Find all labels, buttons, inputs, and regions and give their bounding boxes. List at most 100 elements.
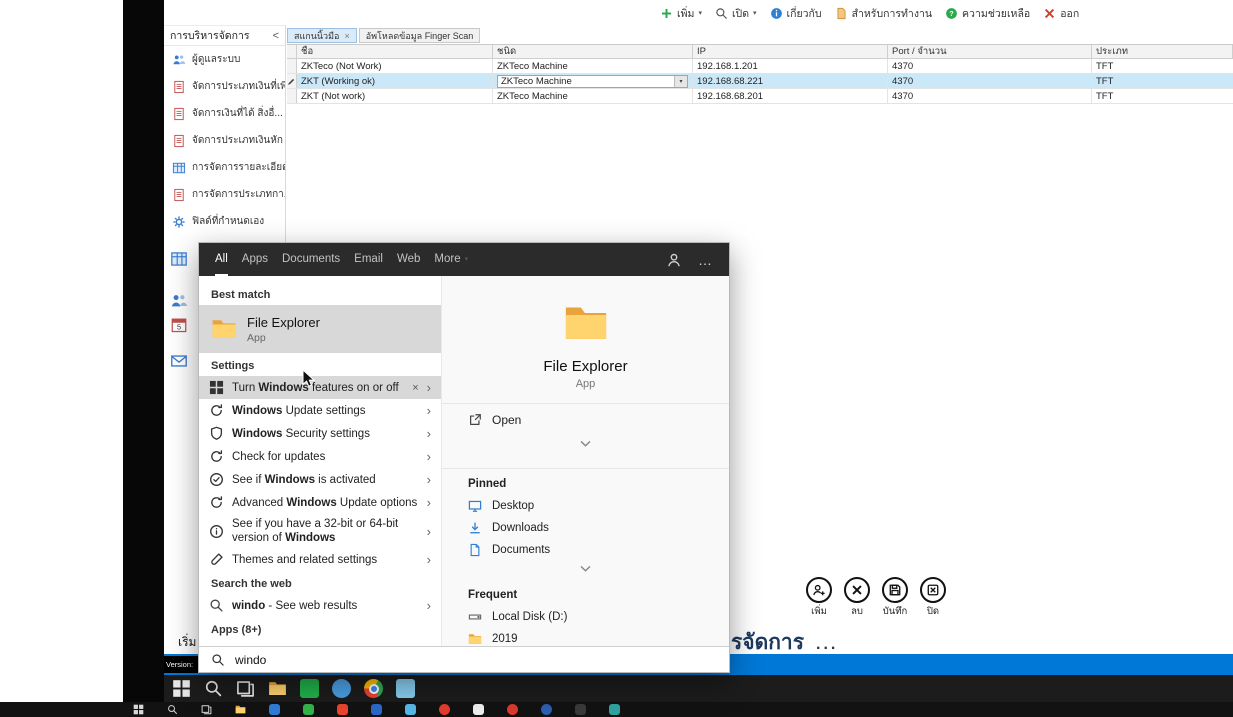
column-header[interactable]: Port / จำนวน: [888, 45, 1092, 58]
mail-icon[interactable]: [170, 352, 188, 370]
column-header[interactable]: ประเภท: [1092, 45, 1233, 58]
cell-name: ZKT (Working ok): [297, 74, 493, 88]
pinned-item-label: Documents: [492, 544, 551, 556]
sidebar-item-1[interactable]: จัดการประเภทเงินที่เพิ...: [164, 73, 285, 100]
column-header[interactable]: ชื่อ: [297, 45, 493, 58]
sidebar-item-0[interactable]: ผู้ดูแลระบบ: [164, 46, 285, 73]
settings-item-4[interactable]: See if Windows is activated ›: [199, 468, 441, 491]
tab-finger-scan[interactable]: สแกนนิ้วมือ ×: [287, 28, 357, 43]
lightblue-app-button[interactable]: [396, 679, 415, 698]
frequent-item-1[interactable]: 2019: [442, 628, 729, 646]
sidebar-item-2[interactable]: จัดการเงินที่ได้ สิ่งอื่...: [164, 100, 285, 127]
blue-app-button[interactable]: [332, 679, 351, 698]
table-row[interactable]: ZKTeco (Not Work) ZKTeco Machine 192.168.1…: [287, 59, 1233, 74]
start-button[interactable]: [133, 704, 144, 715]
settings-item-5[interactable]: Advanced Windows Update options ›: [199, 491, 441, 514]
search-button[interactable]: [167, 704, 178, 715]
toolbar-work-button[interactable]: สำหรับการทำงาน: [835, 5, 932, 22]
file-explorer-button[interactable]: [268, 679, 287, 698]
settings-item-1[interactable]: Windows Update settings ›: [199, 399, 441, 422]
task-view-button[interactable]: [201, 704, 212, 715]
app-lightblue-button[interactable]: [405, 704, 416, 715]
chrome-button[interactable]: [364, 679, 383, 698]
footer-button-3[interactable]: ปิด: [918, 577, 948, 619]
open-action[interactable]: Open: [442, 404, 729, 436]
search-box[interactable]: windo: [199, 646, 729, 672]
search-tab-more[interactable]: More ▾: [434, 243, 468, 276]
settings-item-7[interactable]: Themes and related settings ›: [199, 548, 441, 571]
sidebar-header[interactable]: การบริหารจัดการ <: [164, 26, 285, 46]
toolbar-help-button[interactable]: ? ความช่วยเหลือ: [945, 5, 1030, 22]
footer-button-0[interactable]: เพิ่ม: [804, 577, 834, 619]
file-explorer-button[interactable]: [235, 704, 246, 715]
table-row[interactable]: ZKT (Working ok) ZKTeco Machine ▾ 192.168.6…: [287, 74, 1233, 89]
pinned-item-1[interactable]: Downloads: [442, 517, 729, 539]
tab-upload-finger-scan[interactable]: อัพโหลดข้อมูล Finger Scan: [358, 28, 481, 43]
chevron-right-icon: ›: [426, 495, 431, 510]
search-tab-all[interactable]: All: [215, 243, 228, 276]
search-query: windo: [235, 652, 267, 667]
chevron-down-icon: [578, 436, 593, 451]
app-red2-button[interactable]: [507, 704, 518, 715]
search-tab-web[interactable]: Web: [397, 243, 420, 276]
footer-button-label: ปิด: [926, 606, 940, 617]
sidebar-item-4[interactable]: การจัดการรายละเอียด...: [164, 154, 285, 181]
app-white-button[interactable]: [473, 704, 484, 715]
toolbar-open-button[interactable]: เปิด ▾: [715, 5, 757, 22]
more-options-icon[interactable]: …: [698, 253, 713, 267]
column-header[interactable]: IP: [693, 45, 888, 58]
footer-button-1[interactable]: ลบ: [842, 577, 872, 619]
line-app-button[interactable]: [300, 679, 319, 698]
people-icon[interactable]: [170, 292, 188, 310]
cell-port: 4370: [888, 59, 1092, 73]
type-combobox[interactable]: ZKTeco Machine ▾: [497, 74, 688, 88]
settings-item-0[interactable]: Turn Windows features on or off × ›: [199, 376, 441, 399]
calendar-icon[interactable]: 5: [170, 316, 188, 334]
app-blue-button[interactable]: [269, 704, 280, 715]
search-tab-apps[interactable]: Apps: [242, 243, 268, 276]
task-view-button[interactable]: [236, 679, 255, 698]
pinned-item-0[interactable]: Desktop: [442, 495, 729, 517]
sidebar-item-6[interactable]: ฟิลด์ที่กำหนดเอง: [164, 208, 285, 235]
table-row[interactable]: ZKT (Not work) ZKTeco Machine 192.168.68.2…: [287, 89, 1233, 104]
expand-chevron[interactable]: [442, 561, 729, 580]
collapse-icon[interactable]: <: [273, 30, 279, 42]
app-blue2-button[interactable]: [371, 704, 382, 715]
start-button[interactable]: [172, 679, 191, 698]
pinned-item-2[interactable]: Documents: [442, 539, 729, 561]
combo-dropdown-icon[interactable]: ▾: [674, 75, 687, 87]
toolbar-exit-button[interactable]: ออก: [1043, 5, 1079, 22]
settings-item-3[interactable]: Check for updates ›: [199, 445, 441, 468]
tab-close-icon[interactable]: ×: [344, 31, 349, 41]
search-button[interactable]: [204, 679, 223, 698]
search-tab-email[interactable]: Email: [354, 243, 383, 276]
sidebar-item-3[interactable]: จัดการประเภทเงินหัก ...: [164, 127, 285, 154]
dismiss-icon[interactable]: ×: [412, 382, 418, 394]
app-orange-button[interactable]: [337, 704, 348, 715]
app-teal-button[interactable]: [609, 704, 620, 715]
svg-text:?: ?: [949, 9, 954, 18]
cell-category: TFT: [1096, 75, 1114, 87]
best-match-item[interactable]: File Explorer App: [199, 305, 441, 353]
web-result-item[interactable]: windo - See web results ›: [199, 594, 441, 617]
table-icon[interactable]: [170, 250, 188, 268]
chevron-right-icon: ›: [426, 380, 431, 395]
expand-chevron[interactable]: [442, 436, 729, 455]
frequent-item-0[interactable]: Local Disk (D:): [442, 606, 729, 628]
settings-item-6[interactable]: See if you have a 32-bit or 64-bit versi…: [199, 514, 441, 548]
toolbar-about-button[interactable]: เกี่ยวกับ: [770, 5, 822, 22]
app-green-button[interactable]: [303, 704, 314, 715]
app-dark-button[interactable]: [575, 704, 586, 715]
toolbar-add-button[interactable]: เพิ่ม ▾: [660, 5, 702, 22]
settings-item-2[interactable]: Windows Security settings ›: [199, 422, 441, 445]
footer-button-2[interactable]: บันทึก: [880, 577, 910, 619]
app-blue3-button[interactable]: [541, 704, 552, 715]
search-tab-documents[interactable]: Documents: [282, 243, 340, 276]
version-label: Version:: [164, 656, 198, 673]
doc-red-icon: [172, 134, 186, 148]
app-red-button[interactable]: [439, 704, 450, 715]
sidebar-item-5[interactable]: การจัดการประเภทกา...: [164, 181, 285, 208]
apps-header: Apps (8+): [211, 624, 262, 636]
row-header: [287, 74, 297, 88]
column-header[interactable]: ชนิด: [493, 45, 693, 58]
